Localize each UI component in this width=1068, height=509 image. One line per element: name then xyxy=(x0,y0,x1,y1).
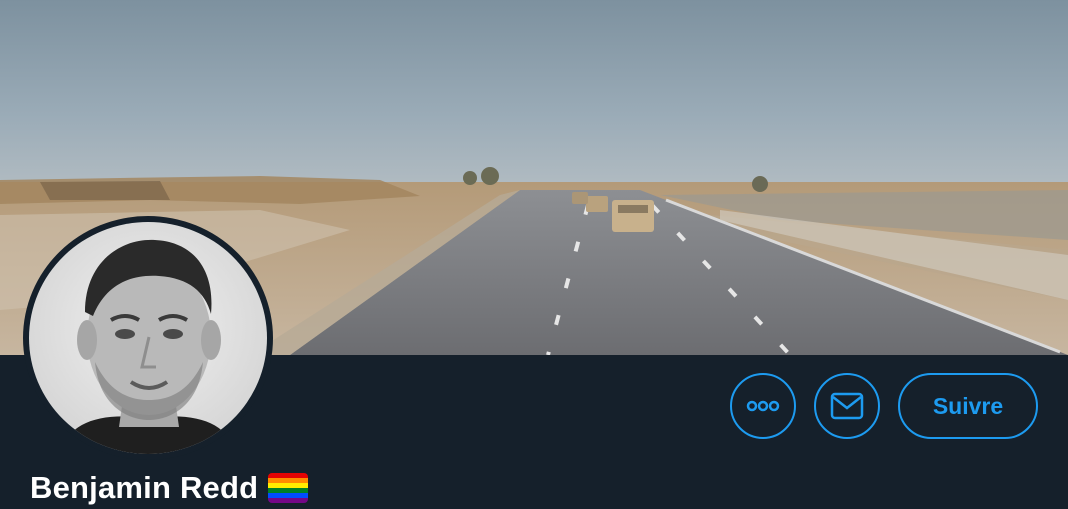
envelope-icon xyxy=(830,392,864,420)
avatar-portrait xyxy=(29,222,267,454)
profile-header: Suivre Benjamin Redd xyxy=(0,0,1068,509)
follow-button[interactable]: Suivre xyxy=(898,373,1038,439)
avatar[interactable] xyxy=(23,216,273,460)
display-name-row: Benjamin Redd xyxy=(30,470,309,506)
more-options-button[interactable] xyxy=(730,373,796,439)
message-button[interactable] xyxy=(814,373,880,439)
display-name: Benjamin Redd xyxy=(30,470,259,505)
rainbow-flag-icon xyxy=(268,473,309,503)
profile-actions: Suivre xyxy=(730,373,1038,439)
more-dots-icon xyxy=(746,400,780,412)
